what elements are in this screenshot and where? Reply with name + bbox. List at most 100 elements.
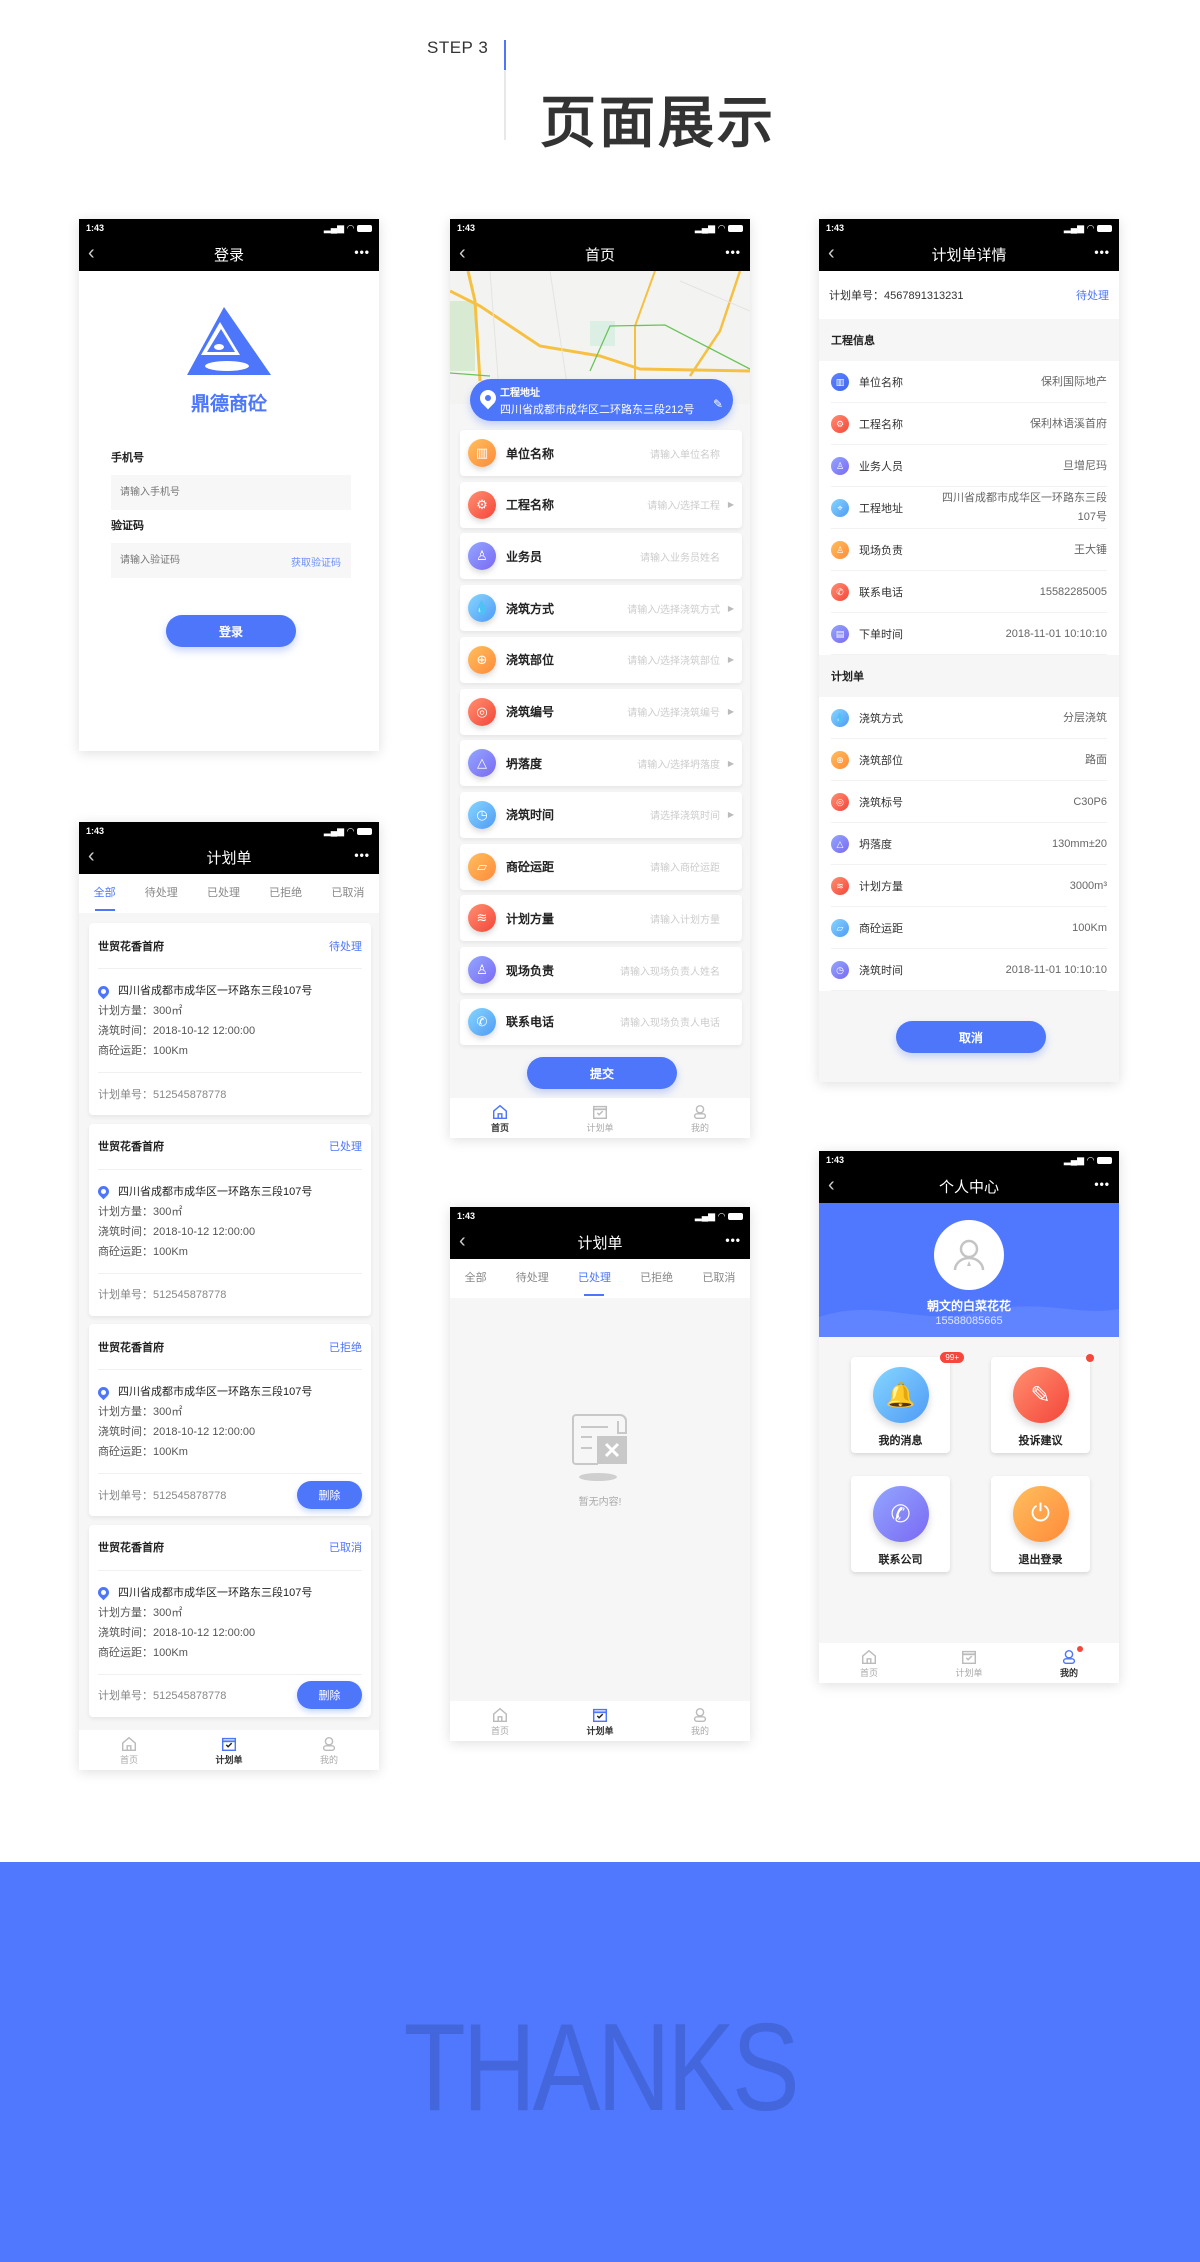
back-icon[interactable]: ‹: [88, 845, 95, 868]
form-field[interactable]: ⊕ 浇筑部位 请输入/选择浇筑部位 ▶: [460, 636, 742, 683]
tabbar-item-0[interactable]: 首页: [450, 1701, 550, 1741]
project-name: 世贸花香首府: [98, 1141, 164, 1153]
form-field[interactable]: ♙ 业务员 请输入业务员姓名: [460, 533, 742, 580]
tabbar-item-1[interactable]: 计划单: [179, 1730, 279, 1770]
tab-0[interactable]: 全部: [94, 874, 116, 913]
form-field[interactable]: △ 坍落度 请输入/选择坍落度 ▶: [460, 740, 742, 787]
tab-0[interactable]: 全部: [465, 1259, 487, 1298]
field-placeholder[interactable]: 请输入单位名称: [650, 446, 720, 461]
form-field[interactable]: ✆ 联系电话 请输入现场负责人电话: [460, 998, 742, 1045]
card-address: 四川省成都市成华区一环路东三段107号: [118, 1586, 313, 1599]
back-icon[interactable]: ‹: [459, 1230, 466, 1253]
profile-menu-item[interactable]: 🔔 我的消息 99+: [851, 1352, 964, 1453]
tabbar-item-1[interactable]: 计划单: [919, 1643, 1019, 1683]
form-field[interactable]: ◷ 浇筑时间 请选择浇筑时间 ▶: [460, 791, 742, 838]
cancel-button[interactable]: 取消: [896, 1021, 1046, 1053]
more-icon[interactable]: •••: [354, 245, 370, 259]
status-bar: 1:43 ▂▄▆ ◠: [819, 219, 1119, 237]
plan-card[interactable]: 世贸花香首府 已处理 四川省成都市成华区一环路东三段107号 计划方量：300㎡ …: [89, 1123, 371, 1316]
phone-input[interactable]: [111, 475, 351, 510]
section-header: 计划单: [819, 655, 1119, 697]
tabbar-item-2[interactable]: 我的: [650, 1098, 750, 1138]
filter-tabs: 全部 待处理 已处理 已拒绝 已取消: [79, 874, 379, 913]
tabbar-item-2[interactable]: 我的: [650, 1701, 750, 1741]
more-icon[interactable]: •••: [1094, 1177, 1110, 1191]
nav-bar: ‹ 计划单 •••: [79, 840, 379, 874]
tab-3[interactable]: 已拒绝: [640, 1259, 673, 1298]
battery-icon: [357, 224, 372, 232]
form-field[interactable]: ⚙ 工程名称 请输入/选择工程 ▶: [460, 481, 742, 528]
field-placeholder[interactable]: 请输入/选择浇筑方式: [627, 601, 720, 616]
tab-2[interactable]: 已处理: [207, 874, 240, 913]
plan-number-label: 计划单号：: [829, 290, 884, 302]
plan-card[interactable]: 世贸花香首府 待处理 四川省成都市成华区一环路东三段107号 计划方量：300㎡ …: [89, 923, 371, 1115]
back-icon[interactable]: ‹: [88, 242, 95, 265]
get-code-link[interactable]: 获取验证码: [291, 554, 341, 569]
more-icon[interactable]: •••: [725, 1233, 741, 1247]
edit-icon[interactable]: ✎: [713, 397, 723, 411]
field-placeholder[interactable]: 请输入计划方量: [650, 911, 720, 926]
back-icon[interactable]: ‹: [828, 1174, 835, 1197]
field-placeholder[interactable]: 请输入商砼运距: [650, 859, 720, 874]
row-label: 坍落度: [859, 839, 892, 851]
profile-menu-item[interactable]: ✎ 投诉建议: [991, 1354, 1094, 1453]
field-placeholder[interactable]: 请输入/选择浇筑编号: [627, 704, 720, 719]
form-field[interactable]: ▥ 单位名称 请输入单位名称: [460, 430, 742, 476]
card-address: 四川省成都市成华区一环路东三段107号: [118, 1185, 313, 1198]
menu-label: 联系公司: [878, 1554, 923, 1566]
delete-button[interactable]: 删除: [297, 1681, 362, 1709]
tabbar-item-1[interactable]: 计划单: [550, 1701, 650, 1741]
card-time: 浇筑时间：2018-10-12 12:00:00: [98, 1626, 256, 1639]
plan-card[interactable]: 世贸花香首府 已取消 四川省成都市成华区一环路东三段107号 计划方量：300㎡ …: [89, 1524, 371, 1717]
target-icon: ◎: [468, 697, 496, 726]
tab-4[interactable]: 已取消: [331, 874, 364, 913]
detail-row: ▤ 下单时间 2018-11-01 10:10:10: [819, 613, 1119, 655]
tab-3[interactable]: 已拒绝: [269, 874, 302, 913]
project-address-bar[interactable]: 工程地址 四川省成都市成华区二环路东三段212号 ✎: [470, 379, 733, 421]
field-placeholder[interactable]: 请输入/选择坍落度: [637, 756, 720, 771]
row-value: 2018-11-01 10:10:10: [1005, 627, 1107, 640]
tabbar-item-2[interactable]: 我的: [279, 1730, 379, 1770]
detail-row: ⊕ 浇筑部位 路面: [819, 739, 1119, 781]
building-icon: ▥: [831, 373, 849, 391]
delete-button[interactable]: 删除: [297, 1480, 362, 1509]
more-icon[interactable]: •••: [354, 848, 370, 862]
profile-menu-item[interactable]: ✆ 联系公司: [851, 1476, 950, 1572]
form-field[interactable]: ♙ 现场负责 请输入现场负责人姓名: [460, 947, 742, 993]
bottom-tab-bar: 首页 计划单 我的: [450, 1701, 750, 1741]
field-placeholder[interactable]: 请输入业务员姓名: [640, 549, 720, 564]
form-field[interactable]: 💧 浇筑方式 请输入/选择浇筑方式 ▶: [460, 585, 742, 632]
submit-button[interactable]: 提交: [527, 1057, 677, 1089]
tabbar-item-2[interactable]: 我的: [1019, 1643, 1119, 1683]
tabbar-item-0[interactable]: 首页: [819, 1643, 919, 1683]
tabbar-item-0[interactable]: 首页: [79, 1730, 179, 1770]
notification-dot: [1077, 1646, 1083, 1652]
plan-card[interactable]: 世贸花香首府 已拒绝 四川省成都市成华区一环路东三段107号 计划方量：300㎡ …: [89, 1324, 371, 1516]
plan-number: 4567891313231: [884, 290, 964, 302]
signal-icon: ▂▄▆: [1063, 222, 1085, 233]
field-placeholder[interactable]: 请输入/选择工程: [647, 497, 720, 512]
field-placeholder[interactable]: 请输入现场负责人电话: [620, 1014, 720, 1029]
profile-menu-item[interactable]: ⏻ 退出登录: [991, 1476, 1090, 1572]
tab-4[interactable]: 已取消: [702, 1259, 735, 1298]
form-field[interactable]: ≋ 计划方量 请输入计划方量: [460, 895, 742, 942]
tabbar-item-0[interactable]: 首页: [450, 1098, 550, 1138]
field-placeholder[interactable]: 请输入现场负责人姓名: [620, 963, 720, 978]
field-placeholder[interactable]: 请选择浇筑时间: [650, 807, 720, 822]
row-value: 分层浇筑: [1063, 711, 1107, 724]
more-icon[interactable]: •••: [1094, 245, 1110, 259]
tab-1[interactable]: 待处理: [516, 1259, 549, 1298]
arrow-right-icon: ▶: [727, 655, 734, 665]
tab-1[interactable]: 待处理: [145, 874, 178, 913]
tab-2[interactable]: 已处理: [578, 1259, 611, 1298]
login-button[interactable]: 登录: [166, 615, 296, 647]
back-icon[interactable]: ‹: [828, 242, 835, 265]
avatar[interactable]: [934, 1220, 1004, 1290]
form-field[interactable]: ▱ 商砼运距 请输入商砼运距: [460, 843, 742, 890]
back-icon[interactable]: ‹: [459, 242, 466, 265]
detail-row: ✆ 联系电话 15582285005: [819, 571, 1119, 613]
field-placeholder[interactable]: 请输入/选择浇筑部位: [627, 652, 720, 667]
tabbar-item-1[interactable]: 计划单: [550, 1098, 650, 1138]
form-field[interactable]: ◎ 浇筑编号 请输入/选择浇筑编号 ▶: [460, 688, 742, 735]
more-icon[interactable]: •••: [725, 245, 741, 259]
